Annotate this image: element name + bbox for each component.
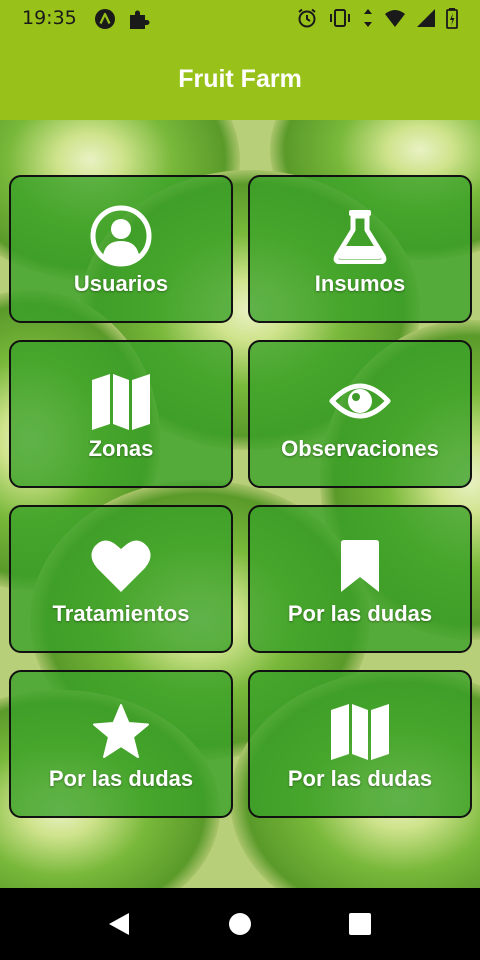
star-icon <box>92 698 150 764</box>
app-title: Fruit Farm <box>178 64 302 93</box>
app-bar: Fruit Farm <box>0 38 480 120</box>
home-icon[interactable] <box>228 911 252 941</box>
status-time: 19:35 <box>22 7 77 29</box>
data-arrows-icon <box>362 7 374 33</box>
wifi-icon <box>384 8 406 32</box>
menu-tile-insumos[interactable]: Insumos <box>248 175 472 323</box>
user-circle-icon <box>90 203 152 269</box>
menu-tile-usuarios[interactable]: Usuarios <box>9 175 233 323</box>
navigation-bar <box>0 888 480 960</box>
menu-tile-por-las-dudas-3[interactable]: Por las dudas <box>248 670 472 818</box>
bookmark-icon <box>338 533 382 599</box>
menu-tile-label: Por las dudas <box>48 766 194 791</box>
battery-icon <box>446 7 458 33</box>
menu-tile-por-las-dudas-1[interactable]: Por las dudas <box>248 505 472 653</box>
heart-icon <box>90 533 152 599</box>
menu-tile-label: Por las dudas <box>287 601 433 626</box>
map-icon <box>90 368 152 434</box>
menu-tile-label: Insumos <box>314 271 406 296</box>
recents-icon[interactable] <box>348 911 372 941</box>
menu-grid: Usuarios Insumos Zonas Observaciones Tra… <box>0 120 480 888</box>
menu-tile-zonas[interactable]: Zonas <box>9 340 233 488</box>
status-bar: 19:35 <box>0 0 480 38</box>
status-icons <box>296 7 458 33</box>
menu-tile-label: Zonas <box>88 436 154 461</box>
menu-tile-label: Por las dudas <box>287 766 433 791</box>
menu-tile-label: Tratamientos <box>52 601 190 626</box>
puzzle-icon <box>128 8 150 34</box>
alarm-icon <box>296 7 318 33</box>
back-icon[interactable] <box>106 911 132 941</box>
vibrate-icon <box>328 7 352 33</box>
menu-tile-por-las-dudas-2[interactable]: Por las dudas <box>9 670 233 818</box>
flask-icon <box>333 203 387 269</box>
eye-icon <box>329 368 391 434</box>
accessibility-a-icon <box>94 8 116 34</box>
menu-tile-tratamientos[interactable]: Tratamientos <box>9 505 233 653</box>
map-icon <box>329 698 391 764</box>
signal-icon <box>416 8 436 32</box>
menu-tile-observaciones[interactable]: Observaciones <box>248 340 472 488</box>
menu-tile-label: Observaciones <box>281 436 439 461</box>
menu-tile-label: Usuarios <box>73 271 169 296</box>
